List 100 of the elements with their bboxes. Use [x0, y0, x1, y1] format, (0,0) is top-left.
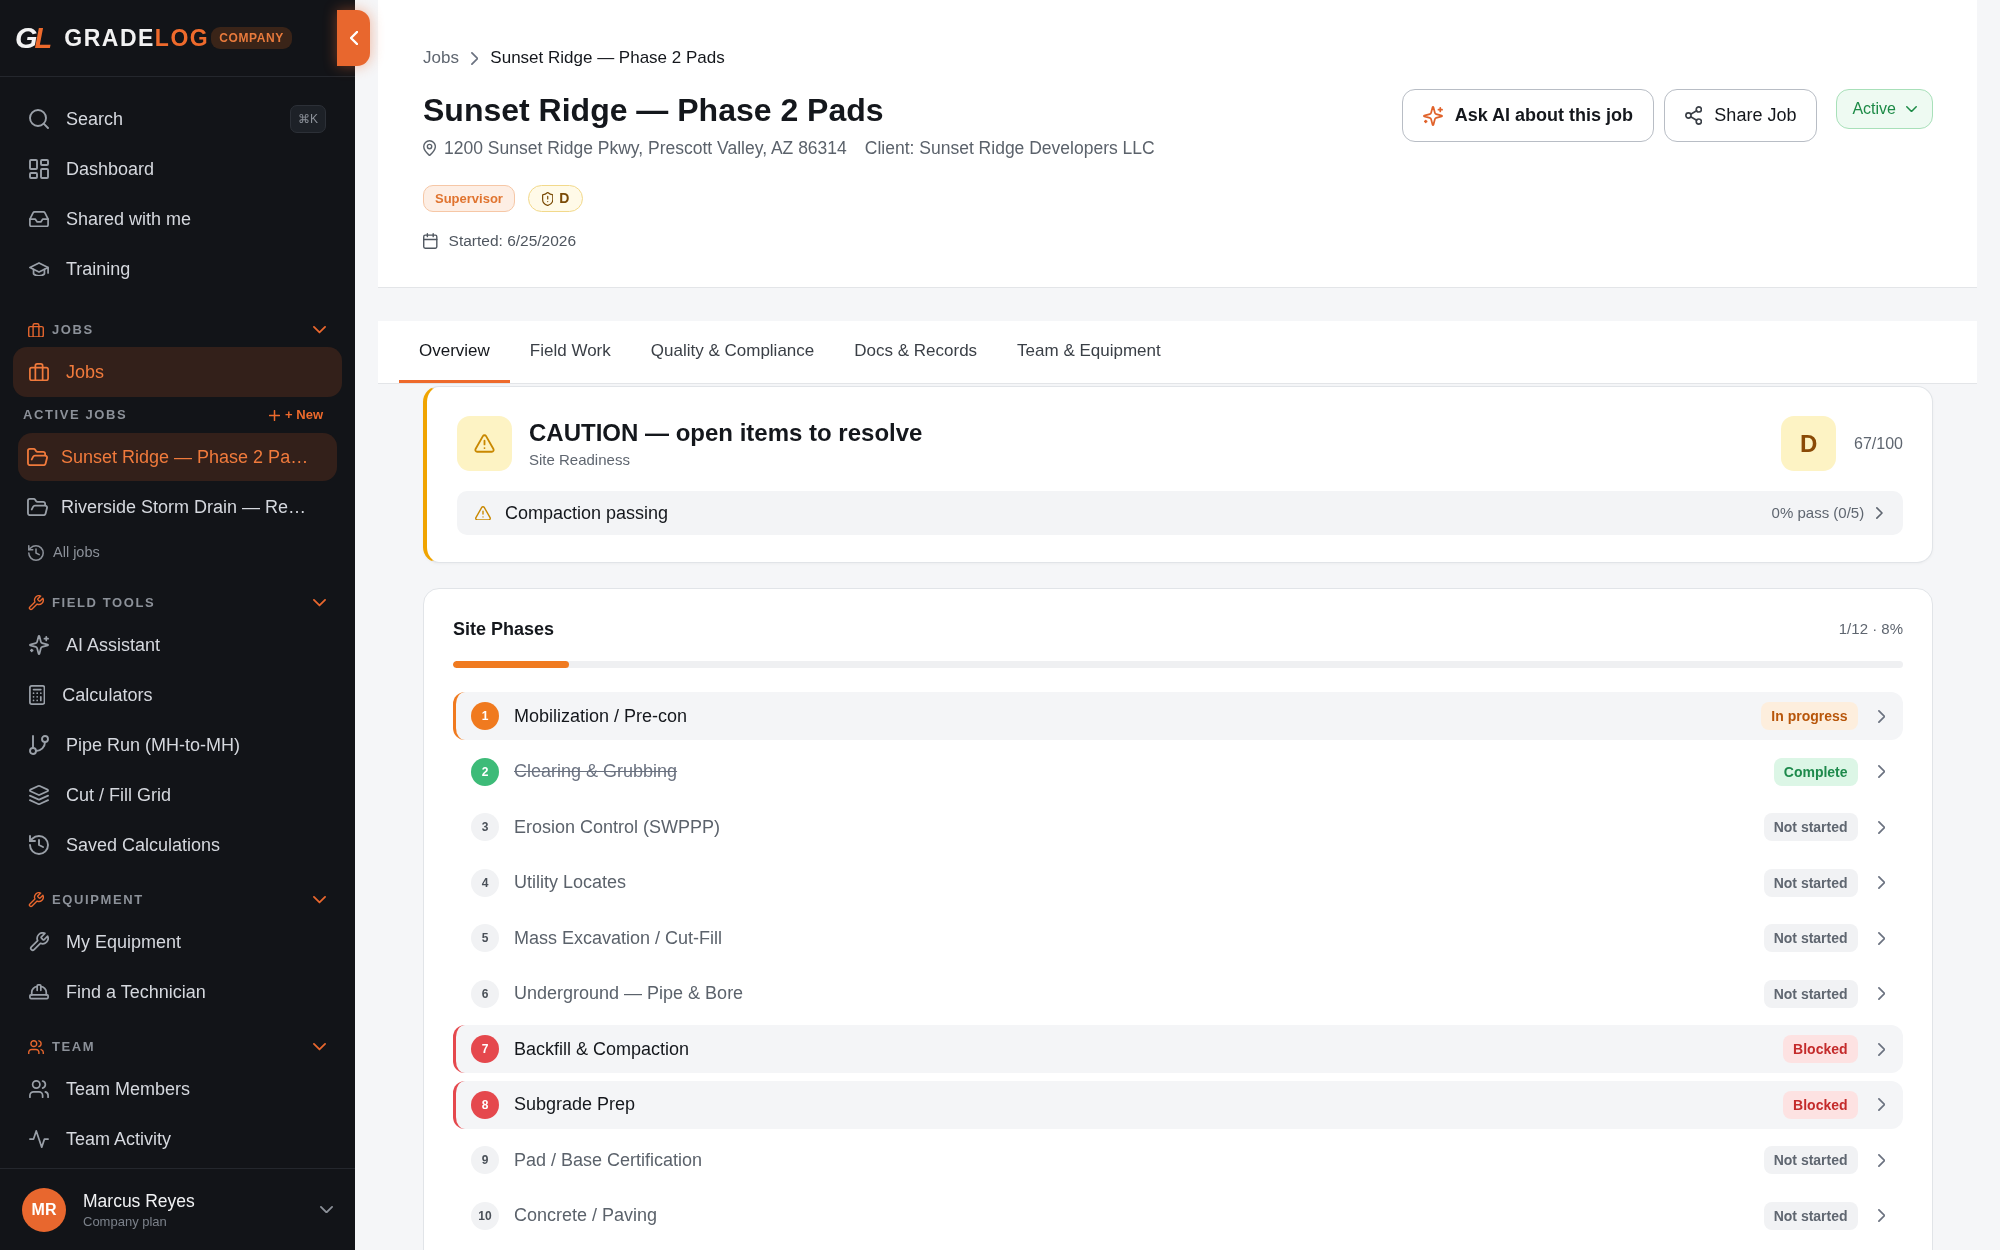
folder-icon	[27, 447, 48, 467]
collapse-button[interactable]	[337, 10, 370, 66]
chevron-down-icon[interactable]	[320, 1205, 333, 1214]
phase-name: Concrete / Paving	[514, 1204, 658, 1227]
chevron-left-icon	[349, 31, 358, 45]
phase-name: Subgrade Prep	[514, 1093, 636, 1116]
history-icon	[28, 545, 44, 561]
nav-link[interactable]: Cut / Fill Grid	[13, 770, 342, 820]
inbox-icon	[29, 210, 49, 228]
status-label: Not started	[1763, 1201, 1858, 1230]
wrench-icon	[28, 892, 44, 908]
step-number: 9	[471, 1146, 499, 1174]
tab[interactable]: Quality & Compliance	[630, 321, 835, 383]
nav-link[interactable]: Dashboard	[13, 144, 342, 194]
graduation-cap-icon	[29, 262, 49, 276]
chevron-right-icon[interactable]	[1877, 931, 1885, 945]
chevron-right-icon[interactable]	[1877, 820, 1885, 834]
share-button[interactable]: Share Job	[1664, 89, 1818, 142]
phase-name: Underground — Pipe & Bore	[514, 982, 744, 1005]
folder-icon	[27, 497, 48, 517]
pulse-icon	[29, 1129, 49, 1149]
search-link[interactable]: Search ⌘K	[13, 94, 342, 144]
breadcrumb-link[interactable]: Jobs	[423, 45, 459, 71]
chevron-right-icon[interactable]	[1877, 1042, 1885, 1056]
nav-link[interactable]: Sunset Ridge — Phase 2 Pa…	[18, 433, 337, 481]
new-job-link[interactable]: + New	[269, 405, 323, 425]
nav-link[interactable]: Team Activity	[13, 1114, 342, 1164]
status-label: Not started	[1763, 979, 1858, 1008]
step-number: 10	[471, 1201, 499, 1230]
ask-ai-button[interactable]: Ask AI about this job	[1401, 89, 1655, 142]
status-label: Blocked	[1783, 1090, 1858, 1119]
briefcase-icon	[29, 362, 49, 382]
nav-link[interactable]: Pipe Run (MH-to-MH)	[13, 720, 342, 770]
start-date: Started: 6/25/2026	[448, 231, 577, 251]
wrench-icon	[28, 595, 44, 611]
calculator-icon	[29, 685, 46, 705]
plus-icon	[269, 409, 281, 421]
chevron-right-icon[interactable]	[1877, 709, 1885, 723]
step-number: 4	[471, 868, 499, 897]
wrench-icon	[29, 932, 49, 952]
sparkles-icon	[1422, 105, 1443, 126]
alert-item-label: Compaction passing	[505, 501, 669, 525]
all-jobs-link[interactable]: All jobs	[13, 533, 342, 573]
phase-name: Clearing & Grubbing	[514, 760, 678, 783]
section-toggle[interactable]: TEAM	[13, 1032, 342, 1062]
nav-link[interactable]: Calculators	[13, 670, 342, 720]
alert-subtitle: Site Readiness	[529, 449, 631, 470]
status-label: In progress	[1761, 702, 1858, 730]
chevron-right-icon[interactable]	[1877, 1098, 1885, 1111]
nav-link[interactable]: Find a Technician	[13, 967, 342, 1017]
section-toggle[interactable]: FIELD TOOLS	[13, 588, 342, 618]
page-title: Sunset Ridge — Phase 2 Pads	[423, 91, 885, 130]
shield-icon	[541, 191, 554, 206]
chevron-right-icon[interactable]	[1877, 1153, 1885, 1167]
search-icon	[29, 109, 49, 129]
step-number: 3	[471, 813, 499, 841]
tab[interactable]: Field Work	[509, 321, 631, 383]
people-icon	[29, 1079, 49, 1099]
nav-link[interactable]: My Equipment	[13, 917, 342, 967]
status-dropdown[interactable]: Active	[1836, 89, 1933, 129]
nav-link[interactable]: Saved Calculations	[13, 820, 342, 870]
grid-icon	[29, 159, 49, 179]
alert-title: CAUTION — open items to resolve	[529, 417, 923, 448]
nav-link[interactable]: Training	[13, 244, 342, 294]
history-icon	[29, 835, 49, 855]
nav-link[interactable]: AI Assistant	[13, 620, 342, 670]
score-grade: D	[1781, 416, 1837, 471]
step-number: 5	[471, 924, 499, 952]
tab[interactable]: Docs & Records	[834, 321, 998, 383]
branch-icon	[29, 735, 49, 755]
chevron-down-icon	[1906, 105, 1917, 113]
status-label: Blocked	[1783, 1035, 1858, 1063]
client-text: Client: Sunset Ridge Developers LLC	[864, 137, 1155, 160]
people-icon	[28, 1039, 44, 1055]
section-toggle[interactable]: EQUIPMENT	[13, 885, 342, 915]
briefcase-icon	[28, 322, 44, 338]
section-toggle[interactable]: JOBS	[13, 315, 342, 345]
status-label: Complete	[1773, 757, 1858, 786]
user-plan: Company plan	[83, 1212, 168, 1231]
progress-summary: 1/12 · 8%	[1838, 619, 1903, 639]
warning-icon	[475, 505, 491, 521]
nav-link[interactable]: Shared with me	[13, 194, 342, 244]
step-number: 7	[471, 1035, 499, 1063]
tab[interactable]: Overview	[399, 321, 510, 383]
phase-name: Backfill & Compaction	[514, 1037, 690, 1061]
chevron-right-icon[interactable]	[1877, 987, 1885, 1000]
chevron-right-icon[interactable]	[1877, 876, 1885, 889]
tab[interactable]: Team & Equipment	[997, 321, 1181, 383]
chevron-right-icon	[470, 51, 479, 65]
step-number: 1	[471, 702, 499, 730]
phase-name: Mass Excavation / Cut-Fill	[514, 926, 723, 950]
step-number: 6	[471, 979, 499, 1008]
calendar-icon	[423, 233, 438, 249]
nav-link[interactable]: Team Members	[13, 1064, 342, 1114]
nav-link[interactable]: Jobs	[13, 347, 342, 397]
alert-item[interactable]: Compaction passing 0% pass (0/5)	[457, 491, 1903, 535]
nav-link[interactable]: Riverside Storm Drain — Re…	[18, 483, 337, 531]
chevron-right-icon[interactable]	[1877, 1209, 1885, 1222]
chevron-right-icon[interactable]	[1877, 765, 1885, 778]
score-text: 67/100	[1854, 433, 1903, 454]
